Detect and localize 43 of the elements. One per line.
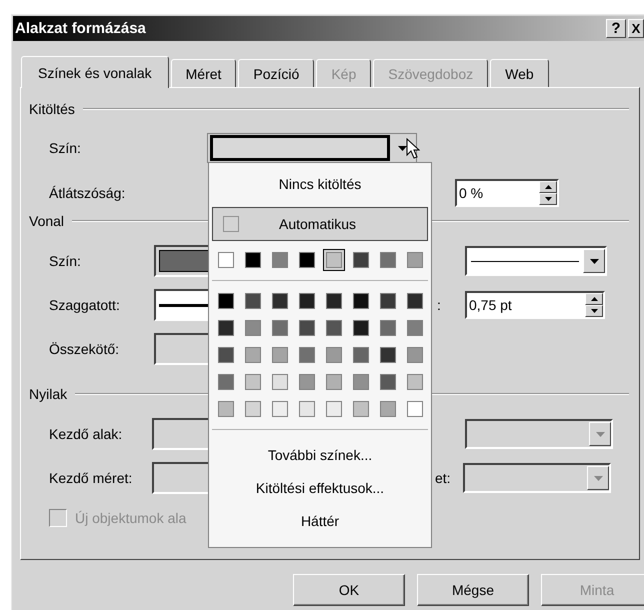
field-label: : [437,297,442,313]
section-heading: Nyilak [29,386,68,402]
automatic-color-button[interactable]: Automatikus [212,207,428,241]
section-heading: Kitöltés [29,101,75,117]
field-label: Összekötő: [49,341,120,357]
tab[interactable]: Színek és vonalak [21,56,169,88]
caret-icon [590,258,598,264]
field-label: Átlátszóság: [49,185,126,201]
tab[interactable]: Méret [170,59,236,87]
cursor-icon [406,138,420,160]
color-swatch[interactable] [322,249,344,271]
end-size-dropdown[interactable] [463,463,611,493]
end-style-dropdown[interactable] [465,419,613,449]
menu-item[interactable]: Nincs kitöltés [274,169,366,207]
menu-item[interactable]: Háttér [296,505,344,538]
caret-icon [398,146,407,150]
menu-item[interactable]: Kitöltési effektusok... [252,472,388,505]
tab[interactable]: Web [490,59,549,87]
help-button[interactable]: ? [606,19,626,38]
field-label: Szín: [49,140,82,156]
line-weight-spinbox[interactable]: 0,75 pt [465,291,605,319]
caret-icon [594,476,602,480]
up-arrow-icon [590,297,598,301]
section-heading: Vonal [29,213,64,229]
dialog-button[interactable]: Mégse [417,574,529,606]
field-label: Szín: [49,253,82,269]
caret-icon [596,432,604,436]
down-arrow-icon [544,197,552,201]
tab[interactable]: Pozíció [238,59,314,87]
field-label: Kezdő alak: [49,426,124,442]
line-style-dropdown[interactable] [465,246,607,276]
dialog-button[interactable]: OK [293,574,405,606]
window-title: Alakzat formázása [15,20,147,37]
menu-item[interactable]: További színek... [264,439,376,472]
field-label: Szaggatott: [49,297,121,313]
down-arrow-icon [590,309,598,313]
checkbox-label: Új objektumok ala [75,510,186,526]
transparency-spinbox[interactable]: 0 % [455,179,559,207]
close-button[interactable]: X [628,19,644,38]
field-label: et: [435,470,452,486]
color-dropdown[interactable] [207,133,417,163]
up-arrow-icon [544,185,552,189]
field-label: Kezdő méret: [49,470,134,486]
